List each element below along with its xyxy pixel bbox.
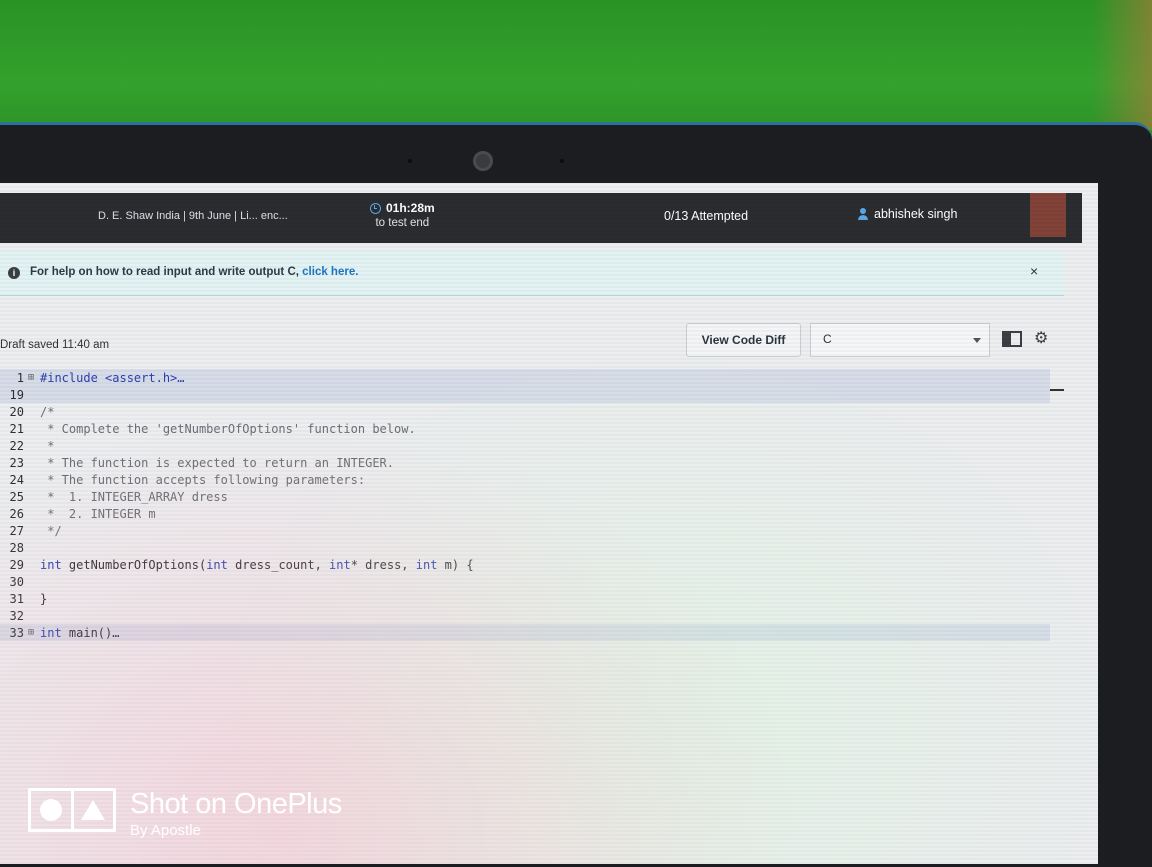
close-icon[interactable]: × [1030,263,1038,279]
gear-icon[interactable]: ⚙ [1034,331,1050,347]
line-number: 28 [9,540,24,555]
scrollbar-thumb[interactable] [1030,193,1066,237]
clock-icon [370,202,381,214]
watermark-subtitle: By Apostle [130,822,201,839]
user-name: abhishek singh [874,207,958,221]
code-line[interactable]: 23 * The function is expected to return … [0,454,1050,471]
watermark-title: Shot on OnePlus [130,788,342,820]
line-number: 22 [9,438,24,453]
code-text: * Complete the 'getNumberOfOptions' func… [40,421,416,436]
view-code-diff-button[interactable]: View Code Diff [686,323,801,357]
code-text: int getNumberOfOptions(int dress_count, … [40,557,474,572]
timer-label: to test end [375,217,430,229]
background-wall [0,0,1152,140]
line-number: 32 [9,608,24,623]
code-text: * The function accepts following paramet… [40,472,366,487]
fold-toggle-icon[interactable]: ⊞ [28,372,40,383]
language-value: C [823,332,832,346]
code-line[interactable]: 30 [0,573,1050,590]
code-text: } [40,591,48,606]
line-number: 21 [9,421,24,436]
test-timer: 01h:28m to test end [370,201,435,229]
code-line[interactable]: 26 * 2. INTEGER m [0,505,1050,522]
language-select[interactable]: C [810,323,990,357]
line-number: 1 [16,370,24,385]
background-object [1092,0,1152,130]
line-number: 33 [9,625,24,640]
code-text: * The function is expected to return an … [40,455,395,470]
line-number: 29 [9,557,24,572]
code-text: * [40,438,55,453]
help-banner: i For help on how to read input and writ… [0,251,1064,296]
line-number: 30 [9,574,24,589]
editor-ruler [1050,369,1064,391]
chevron-down-icon [973,338,981,343]
line-number: 24 [9,472,24,487]
top-bar: D. E. Shaw India | 9th June | Li... enc.… [0,193,1082,243]
code-line[interactable]: 22 * [0,437,1050,454]
test-name[interactable]: D. E. Shaw India | 9th June | Li... enc.… [98,210,288,222]
code-line[interactable]: 29 int getNumberOfOptions(int dress_count… [0,556,1050,573]
attempted-count[interactable]: 0/13 Attempted [664,209,748,223]
line-number: 23 [9,455,24,470]
watermark-logo [28,788,116,832]
code-line[interactable]: 32 [0,607,1050,624]
code-line[interactable]: 19 [0,386,1050,403]
layout-toggle-icon[interactable] [1002,331,1022,347]
user-icon [858,208,868,220]
webcam [473,151,493,171]
code-line[interactable]: 21 * Complete the 'getNumberOfOptions' f… [0,420,1050,437]
banner-language: C, [287,266,303,278]
draft-status: Draft saved 11:40 am [0,339,110,351]
line-number: 19 [9,387,24,402]
code-text: int main()… [40,625,120,640]
code-line[interactable]: 31} [0,590,1050,607]
timer-value: 01h:28m [386,201,435,215]
code-text: * 1. INTEGER_ARRAY dress [40,489,228,504]
code-line[interactable]: 1 ⊞ #include <assert.h>… [0,369,1050,386]
editor-toolbar: Draft saved 11:40 am View Code Diff C ⚙ [0,303,1064,365]
code-line[interactable]: 27 */ [0,522,1050,539]
fold-toggle-icon[interactable]: ⊞ [28,627,40,638]
info-icon: i [8,267,20,279]
line-number: 26 [9,506,24,521]
code-text: /* [40,404,55,419]
code-line[interactable]: 25 * 1. INTEGER_ARRAY dress [0,488,1050,505]
code-text: #include <assert.h>… [40,370,185,385]
banner-text: For help on how to read input and write … [30,266,358,278]
code-line[interactable]: 28 [0,539,1050,556]
code-line[interactable]: 24 * The function accepts following para… [0,471,1050,488]
code-editor[interactable]: 1 ⊞ #include <assert.h>… 19 20/* 21 * Complet… [0,369,1064,669]
code-text: */ [40,523,62,538]
help-link[interactable]: click here. [302,266,358,278]
camera-watermark: Shot on OnePlus By Apostle [28,788,342,839]
line-number: 27 [9,523,24,538]
banner-message: For help on how to read input and write … [30,266,288,278]
code-line[interactable]: 20 /* [0,403,1050,420]
screen: D. E. Shaw India | 9th June | Li... enc.… [0,183,1098,864]
code-line[interactable]: 33 ⊞ int main()… [0,624,1050,641]
bezel-sensor [408,159,412,163]
line-number: 31 [9,591,24,606]
code-text: * 2. INTEGER m [40,506,156,521]
user-menu[interactable]: abhishek singh [858,207,957,221]
bezel-sensor [560,159,564,163]
line-number: 25 [9,489,24,504]
line-number: 20 [9,404,24,419]
